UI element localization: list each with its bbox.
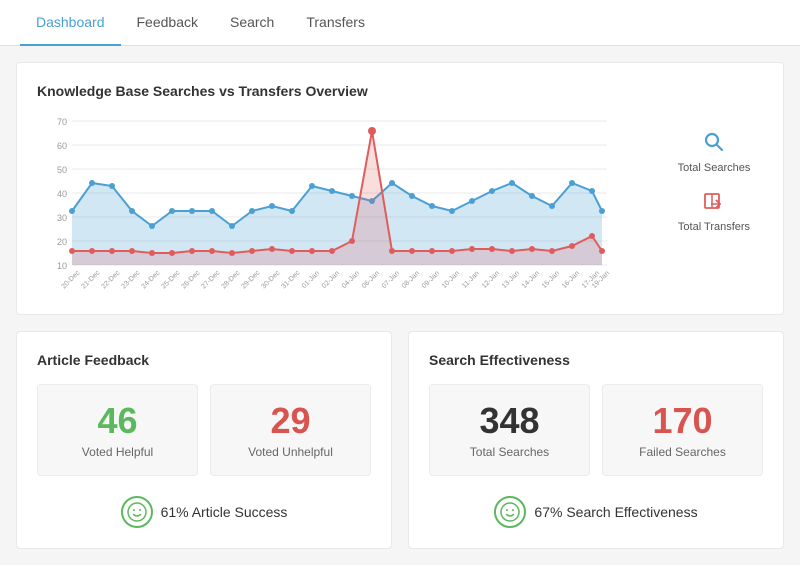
svg-text:60: 60 — [57, 141, 67, 151]
article-feedback-boxes: 46 Voted Helpful 29 Voted Unhelpful — [37, 384, 371, 476]
main-content: Knowledge Base Searches vs Transfers Ove… — [0, 46, 800, 565]
svg-text:30: 30 — [57, 213, 67, 223]
svg-text:09-Jan: 09-Jan — [421, 270, 441, 290]
article-success-smiley — [121, 496, 153, 528]
svg-text:29-Dec: 29-Dec — [240, 269, 261, 290]
svg-text:10-Jan: 10-Jan — [441, 270, 461, 290]
voted-helpful-count: 46 — [54, 401, 181, 441]
tab-dashboard[interactable]: Dashboard — [20, 0, 121, 46]
legend-searches-label: Total Searches — [678, 162, 751, 174]
legend-searches: Total Searches — [665, 131, 763, 174]
article-feedback-title: Article Feedback — [37, 352, 371, 368]
search-effectiveness-boxes: 348 Total Searches 170 Failed Searches — [429, 384, 763, 476]
voted-unhelpful-count: 29 — [227, 401, 354, 441]
svg-text:40: 40 — [57, 189, 67, 199]
transfer-icon — [703, 190, 725, 217]
failed-searches-count: 170 — [619, 401, 746, 441]
voted-unhelpful-box: 29 Voted Unhelpful — [210, 384, 371, 476]
svg-text:16-Jan: 16-Jan — [561, 270, 581, 290]
voted-unhelpful-label: Voted Unhelpful — [227, 445, 354, 459]
chart-area: 70 60 50 40 30 20 10 — [37, 111, 763, 294]
svg-text:12-Jan: 12-Jan — [481, 270, 501, 290]
svg-text:20: 20 — [57, 237, 67, 247]
failed-searches-box: 170 Failed Searches — [602, 384, 763, 476]
svg-text:23-Dec: 23-Dec — [120, 269, 141, 290]
svg-text:30-Dec: 30-Dec — [260, 269, 281, 290]
app-container: Dashboard Feedback Search Transfers Know… — [0, 0, 800, 565]
svg-text:02-Jan: 02-Jan — [321, 270, 341, 290]
svg-text:28-Dec: 28-Dec — [220, 269, 241, 290]
legend-transfers: Total Transfers — [665, 190, 763, 233]
search-effectiveness-title: Search Effectiveness — [429, 352, 763, 368]
svg-text:06-Jan: 06-Jan — [361, 270, 381, 290]
tab-transfers[interactable]: Transfers — [290, 0, 381, 46]
search-effectiveness-card: Search Effectiveness 348 Total Searches … — [408, 331, 784, 549]
svg-text:14-Jan: 14-Jan — [521, 270, 541, 290]
tab-search[interactable]: Search — [214, 0, 290, 46]
chart-title: Knowledge Base Searches vs Transfers Ove… — [37, 83, 763, 99]
chart-legend: Total Searches Total Transfers — [653, 111, 763, 233]
chart-svg: 70 60 50 40 30 20 10 — [37, 111, 617, 291]
chart-svg-container: 70 60 50 40 30 20 10 — [37, 111, 653, 294]
svg-text:04-Jan: 04-Jan — [341, 270, 361, 290]
failed-searches-label: Failed Searches — [619, 445, 746, 459]
article-feedback-card: Article Feedback 46 Voted Helpful 29 Vot… — [16, 331, 392, 549]
svg-text:07-Jan: 07-Jan — [381, 270, 401, 290]
voted-helpful-box: 46 Voted Helpful — [37, 384, 198, 476]
svg-text:27-Dec: 27-Dec — [200, 269, 221, 290]
chart-card: Knowledge Base Searches vs Transfers Ove… — [16, 62, 784, 315]
tab-feedback[interactable]: Feedback — [121, 0, 214, 46]
svg-text:15-Jan: 15-Jan — [541, 270, 561, 290]
svg-text:20-Dec: 20-Dec — [60, 269, 81, 290]
bottom-row: Article Feedback 46 Voted Helpful 29 Vot… — [16, 331, 784, 549]
search-effectiveness-text: 67% Search Effectiveness — [534, 504, 697, 520]
svg-text:31-Dec: 31-Dec — [280, 269, 301, 290]
voted-helpful-label: Voted Helpful — [54, 445, 181, 459]
svg-text:26-Dec: 26-Dec — [180, 269, 201, 290]
legend-transfers-label: Total Transfers — [678, 221, 750, 233]
tabs-bar: Dashboard Feedback Search Transfers — [0, 0, 800, 46]
svg-text:70: 70 — [57, 117, 67, 127]
svg-text:01-Jan: 01-Jan — [301, 270, 321, 290]
search-effectiveness-smiley — [494, 496, 526, 528]
svg-text:25-Dec: 25-Dec — [160, 269, 181, 290]
article-success-text: 61% Article Success — [161, 504, 288, 520]
svg-text:08-Jan: 08-Jan — [401, 270, 421, 290]
article-success-footer: 61% Article Success — [37, 492, 371, 528]
svg-text:11-Jan: 11-Jan — [461, 270, 481, 290]
svg-text:50: 50 — [57, 165, 67, 175]
svg-text:24-Dec: 24-Dec — [140, 269, 161, 290]
search-icon — [703, 131, 725, 158]
svg-text:22-Dec: 22-Dec — [100, 269, 121, 290]
total-searches-count: 348 — [446, 401, 573, 441]
svg-text:13-Jan: 13-Jan — [501, 270, 521, 290]
svg-text:21-Dec: 21-Dec — [80, 269, 101, 290]
search-effectiveness-footer: 67% Search Effectiveness — [429, 492, 763, 528]
total-searches-box: 348 Total Searches — [429, 384, 590, 476]
total-searches-label: Total Searches — [446, 445, 573, 459]
svg-text:10: 10 — [57, 261, 67, 271]
